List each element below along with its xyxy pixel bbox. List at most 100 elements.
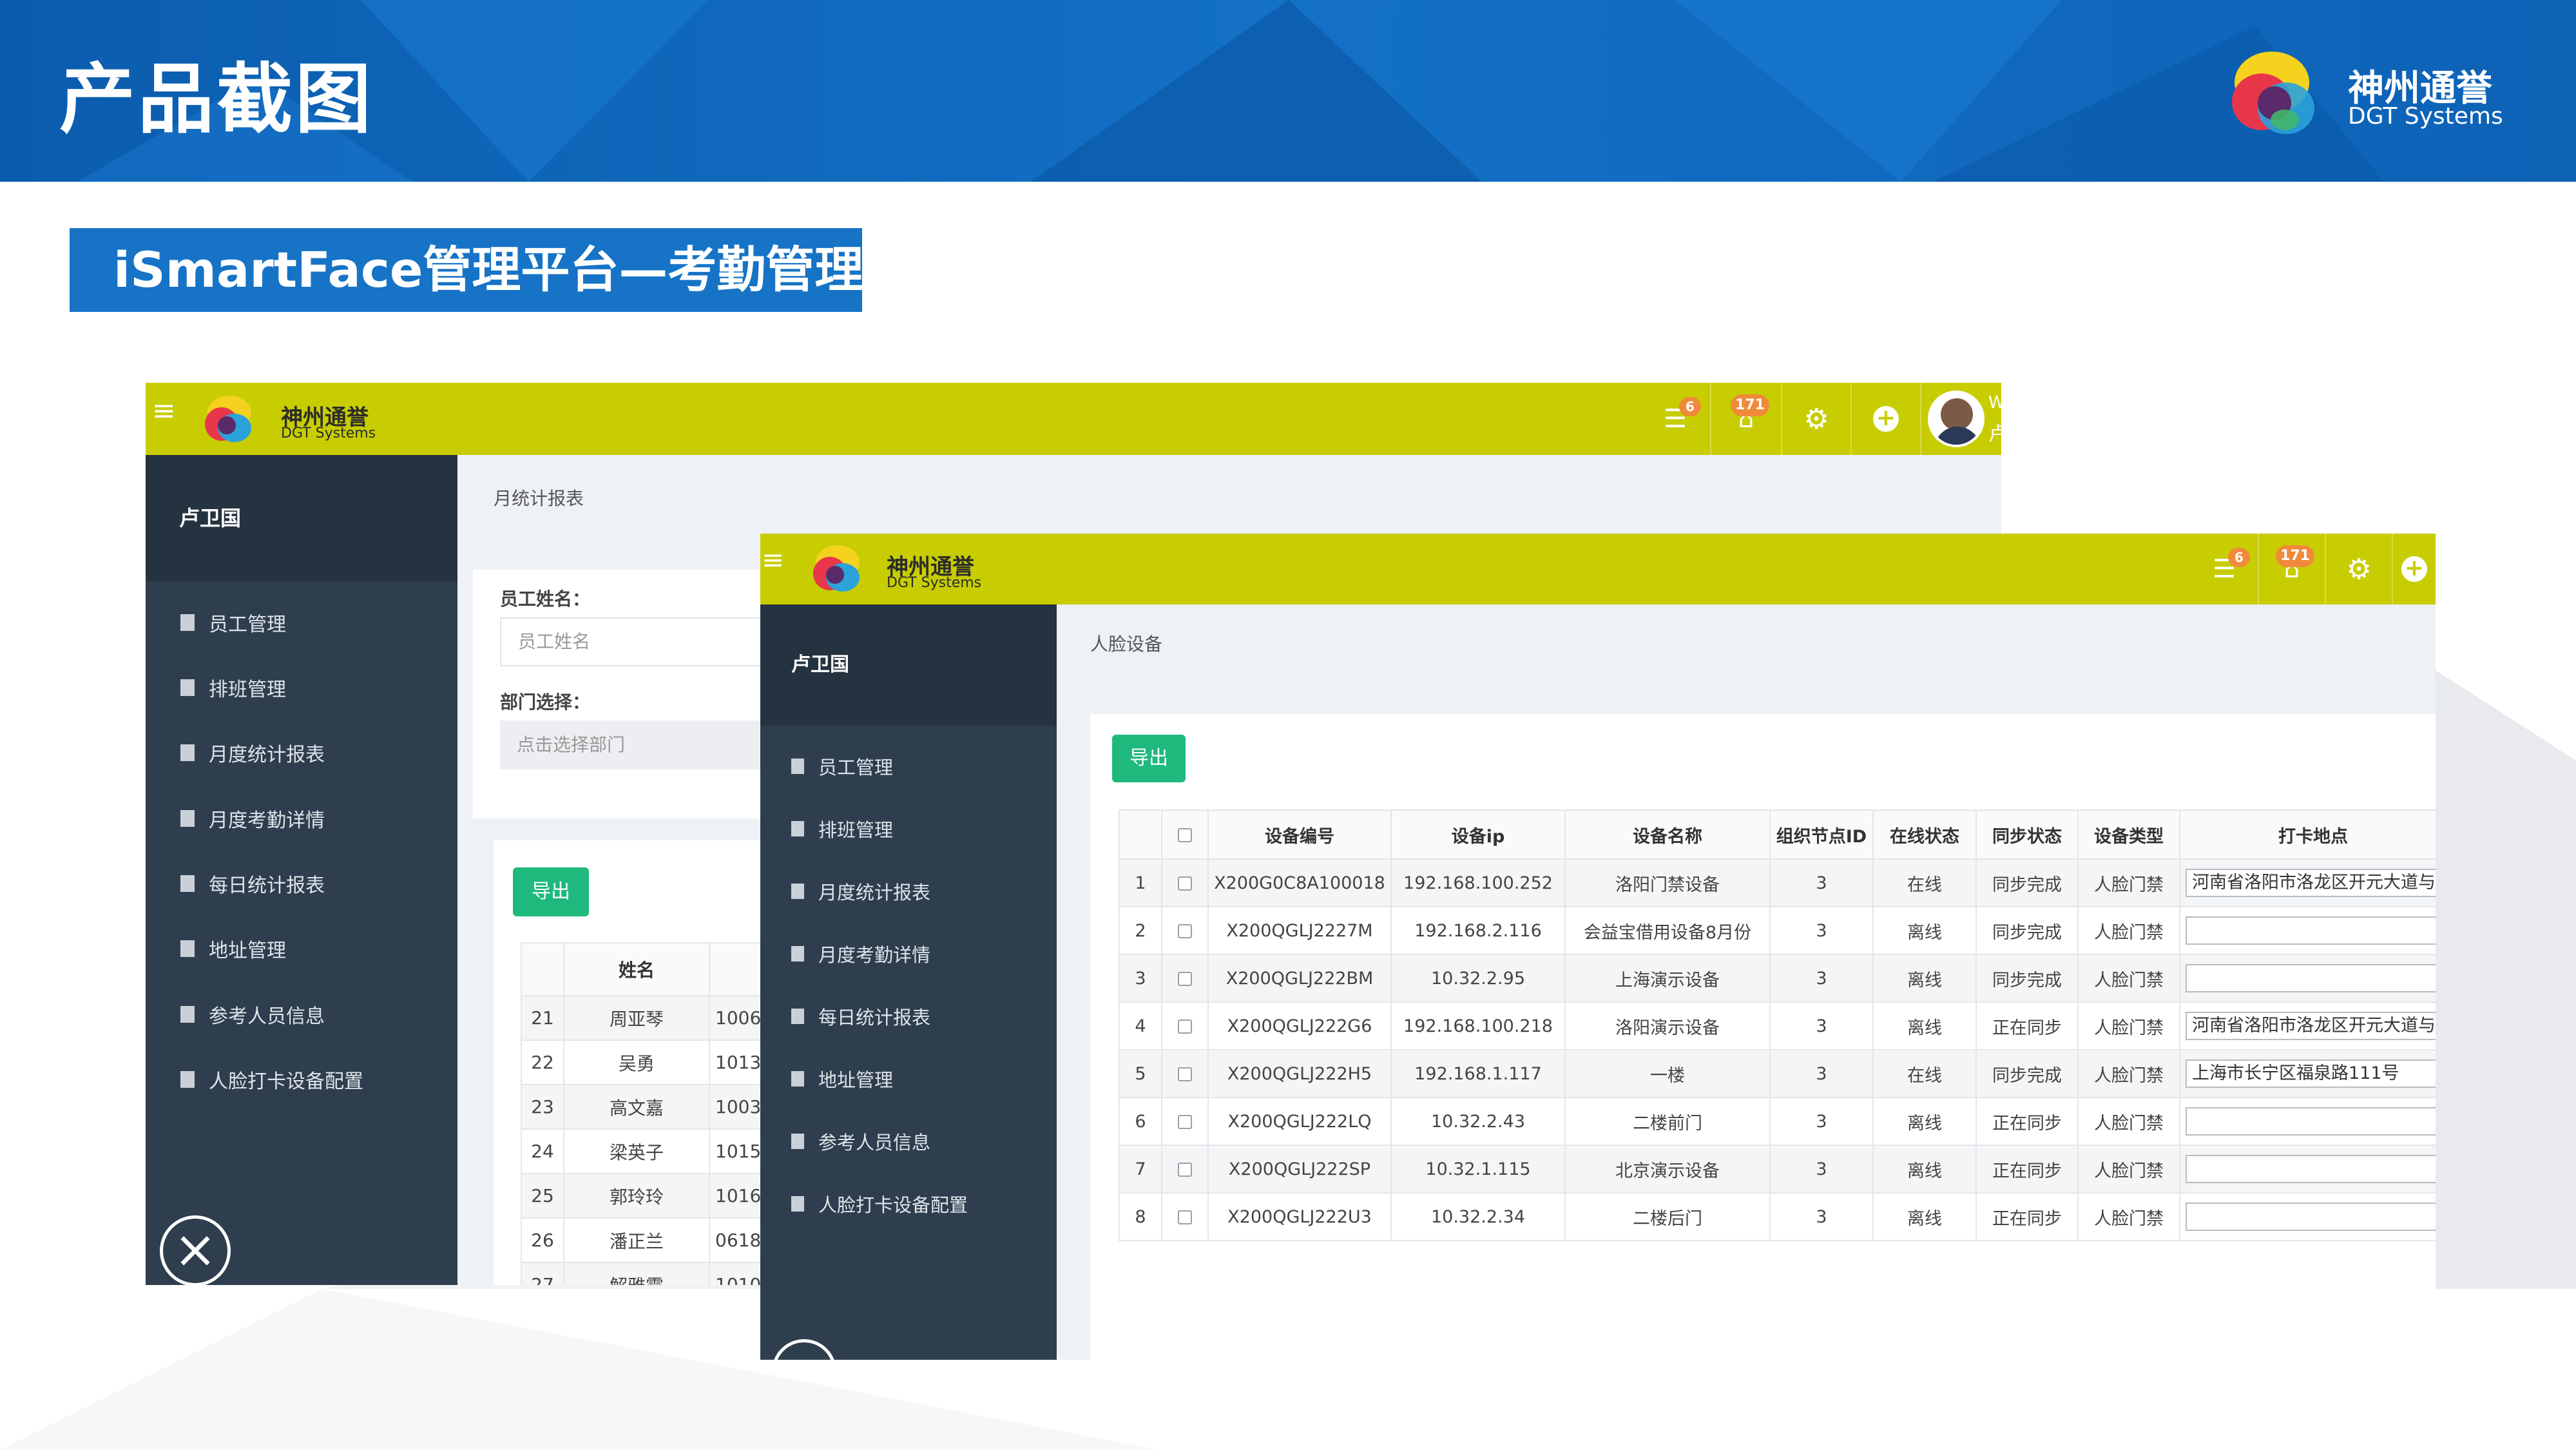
sidebar-item-employees[interactable]: 员工管理 xyxy=(146,603,457,642)
checkin-location-field[interactable] xyxy=(2186,964,2436,992)
front-messages-button[interactable]: ☰ 6 xyxy=(2191,534,2258,604)
document-icon xyxy=(180,940,195,957)
menu-toggle-icon[interactable]: ≡ xyxy=(762,544,784,575)
front-sidebar-user: 卢卫国 xyxy=(760,604,1057,726)
table-row[interactable]: 1 X200G0C8A100018 192.168.100.252 洛阳门禁设备 3 在… xyxy=(1119,858,2436,907)
front-export-button[interactable]: 导出 xyxy=(1112,735,1186,782)
document-icon xyxy=(180,679,195,696)
department-select[interactable]: 点击选择部门 xyxy=(500,720,796,769)
select-all-checkbox[interactable] xyxy=(1161,809,1209,860)
row-checkbox[interactable] xyxy=(1161,1001,1209,1050)
checkin-location-field[interactable]: 河南省洛阳市洛龙区开元大道与 xyxy=(2186,869,2436,897)
checkin-location-field[interactable] xyxy=(2186,1155,2436,1183)
sidebar-item-reference-people[interactable]: 参考人员信息 xyxy=(760,1123,1057,1160)
table-row[interactable]: 5 X200QGLJ222H5 192.168.1.117 一楼 3 在线 同步完成 人脸门… xyxy=(1119,1049,2436,1098)
notifications-badge: 171 xyxy=(2276,545,2314,567)
sidebar-item-employees[interactable]: 员工管理 xyxy=(760,748,1057,785)
row-checkbox[interactable] xyxy=(1161,954,1209,1003)
close-icon[interactable] xyxy=(772,1339,836,1360)
front-logo-en: DGT Systems xyxy=(887,575,982,591)
document-icon xyxy=(791,1196,804,1212)
row-checkbox[interactable] xyxy=(1161,906,1209,955)
department-label: 部门选择： xyxy=(500,691,591,713)
checkin-location-field[interactable]: 河南省洛阳市洛龙区开元大道与 xyxy=(2186,1012,2436,1040)
row-checkbox[interactable] xyxy=(1161,1145,1209,1194)
close-icon[interactable]: × xyxy=(160,1215,231,1285)
user-short-name: 卢 xyxy=(1988,423,2001,445)
back-notifications-button[interactable]: ⌂ 171 xyxy=(1710,383,1781,455)
messages-badge: 6 xyxy=(2228,548,2250,567)
back-add-button[interactable]: + xyxy=(1850,383,1920,455)
front-settings-button[interactable]: ⚙ xyxy=(2325,534,2392,604)
sidebar-item-address[interactable]: 地址管理 xyxy=(146,929,457,968)
back-logo-en: DGT Systems xyxy=(281,425,376,441)
sidebar-item-monthly-report[interactable]: 月度统计报表 xyxy=(760,873,1057,910)
sidebar-item-monthly-detail[interactable]: 月度考勤详情 xyxy=(146,799,457,838)
sidebar-item-monthly-report[interactable]: 月度统计报表 xyxy=(146,733,457,772)
column-header: 组织节点ID xyxy=(1769,809,1874,860)
back-user-menu[interactable]: Wel 卢 xyxy=(1920,383,2001,455)
back-messages-button[interactable]: ☰ 6 xyxy=(1640,383,1710,455)
checkin-location-field[interactable] xyxy=(2186,1203,2436,1231)
back-settings-button[interactable]: ⚙ xyxy=(1781,383,1850,455)
gear-icon: ⚙ xyxy=(2346,552,2372,586)
avatar xyxy=(1928,391,1985,447)
front-sidebar: 卢卫国 员工管理 排班管理 月度统计报表 月度考勤详情 每日统计报表 地址管理 … xyxy=(760,604,1057,1360)
table-row[interactable]: 2 X200QGLJ2227M 192.168.2.116 会益宝借用设备8月份 3 离… xyxy=(1119,906,2436,955)
row-checkbox[interactable] xyxy=(1161,1097,1209,1146)
sidebar-item-face-device-config[interactable]: 人脸打卡设备配置 xyxy=(760,1185,1057,1223)
table-row[interactable]: 6 X200QGLJ222LQ 10.32.2.43 二楼前门 3 离线 正在同步 人脸门禁 xyxy=(1119,1097,2436,1146)
back-logo-icon xyxy=(205,396,251,442)
sidebar-item-shifts[interactable]: 排班管理 xyxy=(760,810,1057,847)
column-header: 打卡地点 xyxy=(2179,809,2436,860)
document-icon xyxy=(791,946,804,962)
sidebar-item-daily-report[interactable]: 每日统计报表 xyxy=(760,998,1057,1035)
checkin-location-field[interactable] xyxy=(2186,916,2436,945)
column-header: 在线状态 xyxy=(1872,809,1977,860)
document-icon xyxy=(180,744,195,761)
back-export-button[interactable]: 导出 xyxy=(513,867,589,916)
document-icon xyxy=(791,1009,804,1024)
section-tag: iSmartFace管理平台—考勤管理 xyxy=(70,228,863,312)
notifications-badge: 171 xyxy=(1731,394,1769,416)
document-icon xyxy=(791,821,804,836)
sidebar-item-shifts[interactable]: 排班管理 xyxy=(146,668,457,707)
front-add-button[interactable]: + xyxy=(2392,534,2436,604)
table-row[interactable]: 7 X200QGLJ222SP 10.32.1.115 北京演示设备 3 离线 正在同步人… xyxy=(1119,1145,2436,1194)
document-icon xyxy=(791,884,804,899)
row-checkbox[interactable] xyxy=(1161,1049,1209,1098)
plus-circle-icon: + xyxy=(2401,556,2427,582)
row-checkbox[interactable] xyxy=(1161,858,1209,907)
table-row[interactable]: 4 X200QGLJ222G6 192.168.100.218 洛阳演示设备 3 离线正… xyxy=(1119,1001,2436,1050)
back-filter-panel: 员工姓名： 员工姓名 部门选择： 点击选择部门 xyxy=(473,570,796,818)
menu-toggle-icon[interactable]: ≡ xyxy=(152,394,176,427)
document-icon xyxy=(180,810,195,827)
slide-header: 产品截图 神州通誉 DGT Systems xyxy=(0,0,2576,182)
front-logo-icon xyxy=(813,545,860,592)
sidebar-item-daily-report[interactable]: 每日统计报表 xyxy=(146,864,457,903)
checkin-location-field[interactable]: 上海市长宁区福泉路111号 xyxy=(2186,1059,2436,1088)
column-header: 同步状态 xyxy=(1975,809,2079,860)
header-pattern xyxy=(77,0,2384,182)
front-notifications-button[interactable]: ⌂ 171 xyxy=(2258,534,2325,604)
employee-name-label: 员工姓名： xyxy=(500,588,591,610)
brand-name-en: DGT Systems xyxy=(2348,103,2503,130)
plus-circle-icon: + xyxy=(1873,406,1899,432)
column-header: 设备编号 xyxy=(1207,809,1392,860)
column-header: 设备名称 xyxy=(1564,809,1771,860)
employee-name-input[interactable]: 员工姓名 xyxy=(500,617,796,666)
table-row[interactable]: 8 X200QGLJ222U3 10.32.2.34 二楼后门 3 离线 正在同步 人脸门禁 xyxy=(1119,1192,2436,1241)
document-icon xyxy=(791,1071,804,1087)
sidebar-item-face-device-config[interactable]: 人脸打卡设备配置 xyxy=(146,1060,457,1099)
sidebar-item-reference-people[interactable]: 参考人员信息 xyxy=(146,995,457,1034)
brand-logo: 神州通誉 DGT Systems xyxy=(2222,37,2503,153)
sidebar-item-address[interactable]: 地址管理 xyxy=(760,1060,1057,1097)
document-icon xyxy=(180,614,195,631)
sidebar-item-monthly-detail[interactable]: 月度考勤详情 xyxy=(760,935,1057,972)
front-topbar: ≡ 神州通誉 DGT Systems ☰ 6 ⌂ 171 ⚙ + xyxy=(760,534,2436,604)
front-breadcrumb: 人脸设备 xyxy=(1090,633,1163,655)
table-row[interactable]: 3 X200QGLJ222BM 10.32.2.95 上海演示设备 3 离线 同步完成 人脸… xyxy=(1119,954,2436,1003)
row-checkbox[interactable] xyxy=(1161,1192,1209,1241)
document-icon xyxy=(180,1006,195,1023)
checkin-location-field[interactable] xyxy=(2186,1107,2436,1136)
